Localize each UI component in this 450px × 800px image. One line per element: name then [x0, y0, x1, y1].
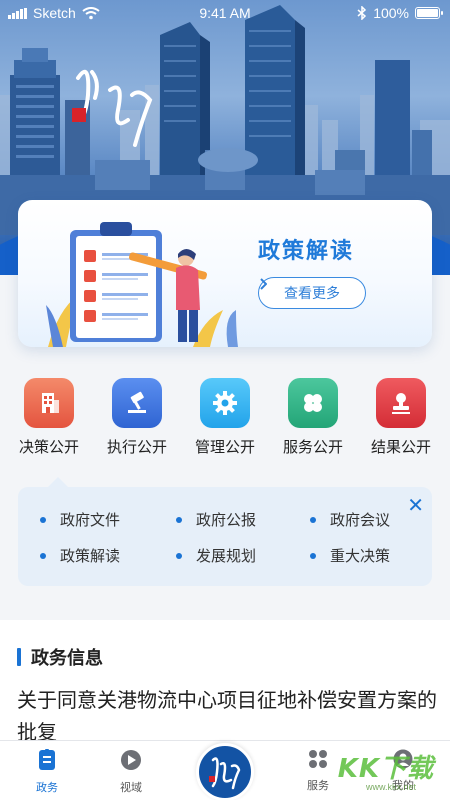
submenu-item[interactable]: 政府公报	[176, 509, 256, 530]
tab-government[interactable]: 政务	[17, 749, 77, 795]
tab-label: 视域	[120, 781, 142, 794]
submenu-item[interactable]: 政府会议	[310, 509, 390, 530]
category-label: 执行公开	[106, 438, 167, 456]
category-management[interactable]: 管理公开	[190, 378, 260, 457]
clipboard-illustration	[46, 222, 238, 347]
bullet-dot	[310, 552, 316, 559]
category-label: 结果公开	[370, 438, 431, 456]
battery-percent: 100%	[373, 5, 409, 21]
document-icon	[39, 749, 55, 770]
submenu-label: 政府会议	[330, 511, 391, 529]
calligraphy-logo-icon	[209, 757, 241, 790]
category-decision[interactable]: 决策公开	[14, 378, 84, 457]
close-icon[interactable]: ✕	[407, 493, 424, 517]
submenu-item[interactable]: 政府文件	[40, 509, 120, 530]
play-icon	[121, 750, 141, 770]
bullet-dot	[176, 516, 182, 523]
submenu-item[interactable]: 重大决策	[310, 545, 390, 566]
category-result[interactable]: 结果公开	[366, 378, 436, 457]
section-title: 政务信息	[31, 648, 103, 669]
watermark-logo: KK下载	[337, 754, 434, 784]
submenu-item[interactable]: 政策解读	[40, 545, 120, 566]
tab-label: 政务	[36, 781, 58, 794]
home-logo-button[interactable]	[196, 743, 254, 800]
submenu-label: 政策解读	[60, 547, 121, 565]
view-more-label: 查看更多	[284, 286, 340, 302]
submenu-label: 重大决策	[330, 547, 391, 565]
submenu-label: 政府文件	[60, 511, 121, 529]
bullet-dot	[40, 516, 46, 523]
bullet-dot	[40, 552, 46, 559]
category-label: 服务公开	[282, 438, 343, 456]
section-accent-bar	[17, 648, 21, 666]
submenu-label: 政府公报	[196, 511, 257, 529]
chevron-right-icon	[260, 278, 267, 290]
category-service[interactable]: 服务公开	[278, 378, 348, 457]
policy-banner-card[interactable]: 政策解读 查看更多	[18, 200, 432, 347]
tab-video[interactable]: 视域	[101, 749, 161, 795]
gear-icon	[200, 378, 250, 428]
bullet-dot	[310, 516, 316, 523]
category-execution[interactable]: 执行公开	[102, 378, 172, 457]
banner-title: 政策解读	[258, 239, 355, 264]
category-grid: 决策公开 执行公开 管理公开 服务公开 结果公开	[0, 378, 450, 463]
section-header: 政务信息	[17, 644, 103, 670]
building-icon	[24, 378, 74, 428]
view-more-button[interactable]: 查看更多	[258, 277, 366, 309]
bullet-dot	[176, 552, 182, 559]
grid-icon	[309, 750, 327, 768]
battery-icon	[415, 7, 443, 19]
watermark-url: www.kkx.net	[365, 782, 416, 792]
gavel-icon	[112, 378, 162, 428]
bluetooth-icon	[357, 6, 367, 20]
status-bar: Sketch 9:41 AM 100%	[0, 0, 450, 28]
clover-icon	[288, 378, 338, 428]
submenu-label: 发展规划	[196, 547, 257, 565]
stamp-icon	[376, 378, 426, 428]
category-label: 管理公开	[194, 438, 255, 456]
decision-submenu-panel: ✕ 政府文件 政府公报 政府会议 政策解读 发展规划 重大决策	[18, 477, 432, 586]
news-headline[interactable]: 关于同意关港物流中心项目征地补偿安置方案的批复	[17, 684, 437, 748]
submenu-item[interactable]: 发展规划	[176, 545, 256, 566]
category-label: 决策公开	[18, 438, 79, 456]
